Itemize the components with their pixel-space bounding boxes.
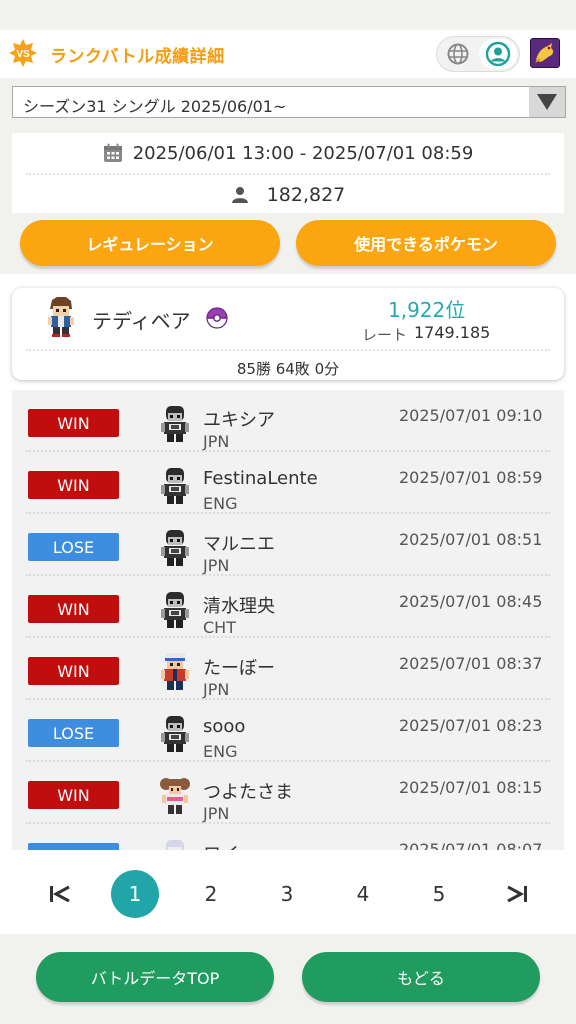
- page-button-1[interactable]: 1: [111, 870, 159, 918]
- season-select-value: シーズン31 シングル 2025/06/01~: [23, 97, 287, 116]
- ball-icon: [206, 307, 228, 329]
- opponent-language: CHT: [203, 618, 236, 637]
- globe-icon[interactable]: [439, 39, 477, 69]
- battle-time: 2025/07/01 08:59: [399, 468, 543, 487]
- battle-row[interactable]: WIN つよたさま JPN 2025/07/01 08:15: [12, 762, 564, 824]
- pagination: 1 2 3 4 5: [0, 852, 576, 934]
- vs-badge-text: VS: [16, 49, 30, 60]
- lose-badge: LOSE: [28, 719, 119, 747]
- season-select[interactable]: シーズン31 シングル 2025/06/01~: [12, 86, 566, 118]
- player-name: テディベア: [92, 309, 191, 333]
- player-rank: 1,922位: [388, 298, 466, 322]
- opponent-language: JPN: [203, 432, 230, 451]
- opponent-sprite-icon: [161, 592, 189, 628]
- battle-data-top-button[interactable]: バトルデータTOP: [36, 952, 274, 1002]
- page-button-3[interactable]: 3: [263, 870, 311, 918]
- first-page-button[interactable]: [36, 870, 84, 918]
- opponent-language: JPN: [203, 680, 230, 699]
- opponent-sprite-icon: [161, 530, 189, 566]
- app-header: VS ランクバトル成績詳細: [0, 30, 576, 78]
- win-loss-record: 85勝 64敗 0分: [236, 360, 340, 378]
- battle-row[interactable]: WIN たーぼー JPN 2025/07/01 08:37: [12, 638, 564, 700]
- battle-time: 2025/07/01 08:45: [399, 592, 543, 611]
- battle-time: 2025/07/01 08:23: [399, 716, 543, 735]
- person-icon: [231, 187, 248, 203]
- opponent-name: マルニエ: [203, 534, 275, 555]
- page-button-2[interactable]: 2: [187, 870, 235, 918]
- rate-label: レート: [362, 326, 408, 344]
- opponent-language: ENG: [203, 494, 238, 513]
- battle-time: 2025/07/01 09:10: [399, 406, 543, 425]
- participant-count: 182,827: [266, 184, 346, 206]
- divider: [26, 349, 550, 351]
- win-badge: WIN: [28, 595, 119, 623]
- opponent-sprite-icon: [160, 778, 190, 814]
- battle-time: 2025/07/01 08:51: [399, 530, 543, 549]
- battle-row[interactable]: WIN 清水理央 CHT 2025/07/01 08:45: [12, 576, 564, 638]
- battle-history-list[interactable]: WIN ユキシア JPN 2025/07/01 09:10 WIN FestinaLent…: [12, 390, 564, 850]
- opponent-language: JPN: [203, 804, 230, 823]
- battle-time: 2025/07/01 08:37: [399, 654, 543, 673]
- chevron-down-icon[interactable]: [529, 87, 565, 117]
- opponent-name: FestinaLente: [203, 468, 318, 489]
- last-page-icon: [507, 885, 527, 903]
- calendar-icon: [103, 143, 122, 162]
- win-badge: WIN: [28, 409, 119, 437]
- battle-row[interactable]: LOSE マルニエ JPN 2025/07/01 08:51: [12, 514, 564, 576]
- season-period: 2025/06/01 13:00 - 2025/07/01 08:59: [132, 142, 474, 164]
- trainer-sprite-icon: [48, 297, 74, 337]
- lose-badge: LOSE: [28, 843, 119, 850]
- last-page-button[interactable]: [493, 870, 541, 918]
- opponent-sprite-icon: [166, 840, 184, 850]
- battle-row[interactable]: LOSE sooo ENG 2025/07/01 08:23: [12, 700, 564, 762]
- win-badge: WIN: [28, 781, 119, 809]
- opponent-name: たーぼー: [203, 658, 275, 679]
- dragon-avatar-icon[interactable]: [530, 38, 560, 68]
- divider: [26, 173, 550, 175]
- participants-row: 182,827: [12, 177, 564, 213]
- first-page-icon: [50, 885, 70, 903]
- battle-time: 2025/07/01 08:07: [399, 840, 543, 850]
- page-title: ランクバトル成績詳細: [50, 47, 225, 67]
- page-button-4[interactable]: 4: [339, 870, 387, 918]
- user-circle-icon[interactable]: [479, 39, 517, 69]
- back-button[interactable]: もどる: [302, 952, 540, 1002]
- usable-pokemon-button[interactable]: 使用できるポケモン: [296, 220, 556, 266]
- battle-time: 2025/07/01 08:15: [399, 778, 543, 797]
- win-badge: WIN: [28, 657, 119, 685]
- opponent-name: 清水理央: [203, 596, 275, 617]
- opponent-language: ENG: [203, 742, 238, 761]
- battle-row[interactable]: LOSE ロイ 2025/07/01 08:07: [12, 824, 564, 850]
- opponent-sprite-icon: [161, 716, 189, 752]
- opponent-sprite-icon: [161, 468, 189, 504]
- lose-badge: LOSE: [28, 533, 119, 561]
- regulation-button[interactable]: レギュレーション: [20, 220, 280, 266]
- opponent-name: ユキシア: [203, 410, 275, 431]
- battle-row[interactable]: WIN ユキシア JPN 2025/07/01 09:10: [12, 390, 564, 452]
- season-info: 2025/06/01 13:00 - 2025/07/01 08:59 182,…: [12, 133, 564, 213]
- opponent-sprite-icon: [161, 653, 189, 690]
- opponent-name: つよたさま: [203, 782, 293, 803]
- rate-value: 1749.185: [414, 323, 491, 342]
- battle-row[interactable]: WIN FestinaLente ENG 2025/07/01 08:59: [12, 452, 564, 514]
- vs-badge-icon: VS: [8, 38, 38, 68]
- header-icon-group: [436, 36, 520, 72]
- season-period-row: 2025/06/01 13:00 - 2025/07/01 08:59: [12, 133, 564, 173]
- page-button-5[interactable]: 5: [415, 870, 463, 918]
- opponent-sprite-icon: [161, 406, 189, 442]
- opponent-name: ロイ: [203, 840, 239, 850]
- opponent-language: JPN: [203, 556, 230, 575]
- player-card: テディベア 1,922位 レート 1749.185 85勝 64敗 0分: [12, 288, 564, 380]
- opponent-name: sooo: [203, 716, 246, 737]
- win-badge: WIN: [28, 471, 119, 499]
